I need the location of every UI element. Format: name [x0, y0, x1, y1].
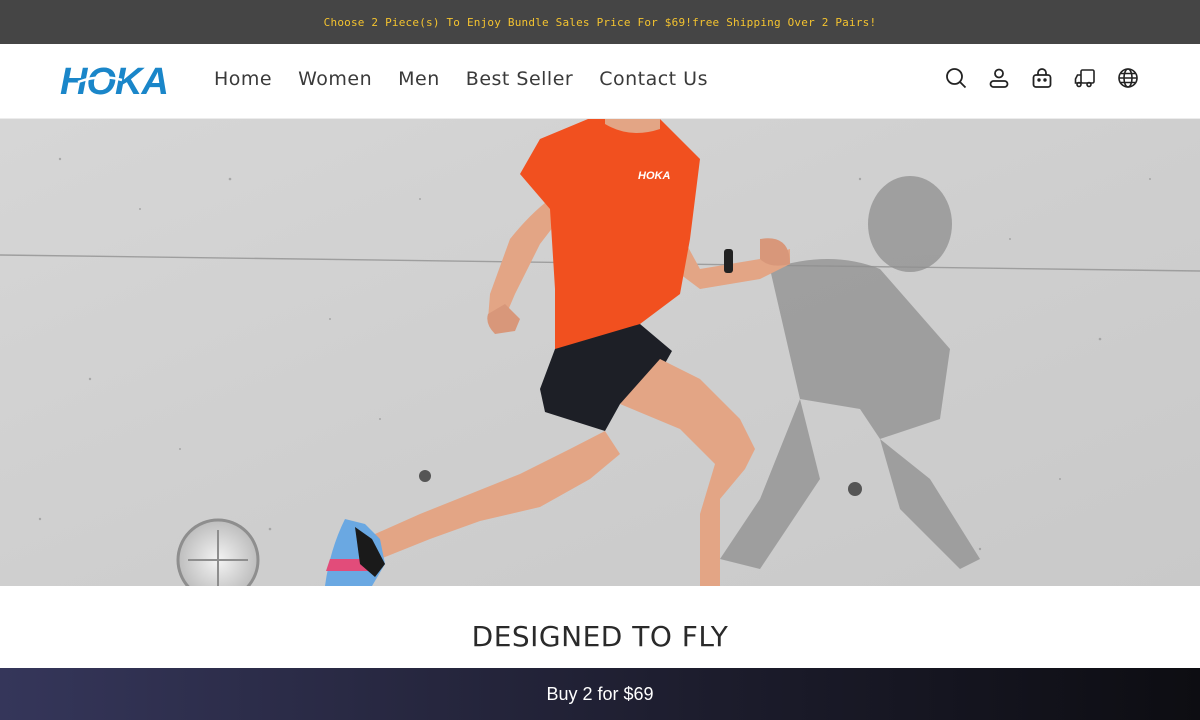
section-title: DESIGNED TO FLY — [471, 620, 729, 653]
announcement-text: Choose 2 Piece(s) To Enjoy Bundle Sales … — [323, 15, 877, 29]
cart-icon[interactable] — [1030, 66, 1054, 90]
hoka-logo[interactable]: HOKA — [60, 60, 190, 100]
search-icon[interactable] — [944, 66, 968, 90]
bundle-bar-button[interactable]: Buy 2 for $69 — [0, 668, 1200, 720]
header-icons — [944, 66, 1140, 90]
site-header: HOKA Home Women Men Best Seller Contact … — [0, 44, 1200, 119]
globe-icon[interactable] — [1116, 66, 1140, 90]
nav-home[interactable]: Home — [214, 68, 272, 90]
logo-text: HOKA — [60, 61, 168, 100]
hero-banner[interactable]: HOKA — [0, 119, 1200, 586]
nav-best-seller[interactable]: Best Seller — [466, 68, 573, 90]
account-icon[interactable] — [987, 66, 1011, 90]
shirt-logo: HOKA — [638, 170, 670, 182]
nav-men[interactable]: Men — [398, 68, 440, 90]
wall-bolt — [419, 470, 431, 482]
hero-image: HOKA — [0, 119, 1200, 586]
announcement-bar: Choose 2 Piece(s) To Enjoy Bundle Sales … — [0, 0, 1200, 44]
nav-women[interactable]: Women — [298, 68, 372, 90]
shipping-truck-icon[interactable] — [1073, 66, 1097, 90]
main-nav: Home Women Men Best Seller Contact Us — [214, 68, 734, 90]
nav-contact-us[interactable]: Contact Us — [599, 68, 708, 90]
wall-bolt-right — [848, 482, 862, 496]
bundle-bar-label: Buy 2 for $69 — [546, 683, 654, 704]
wall-lamp — [176, 518, 260, 586]
